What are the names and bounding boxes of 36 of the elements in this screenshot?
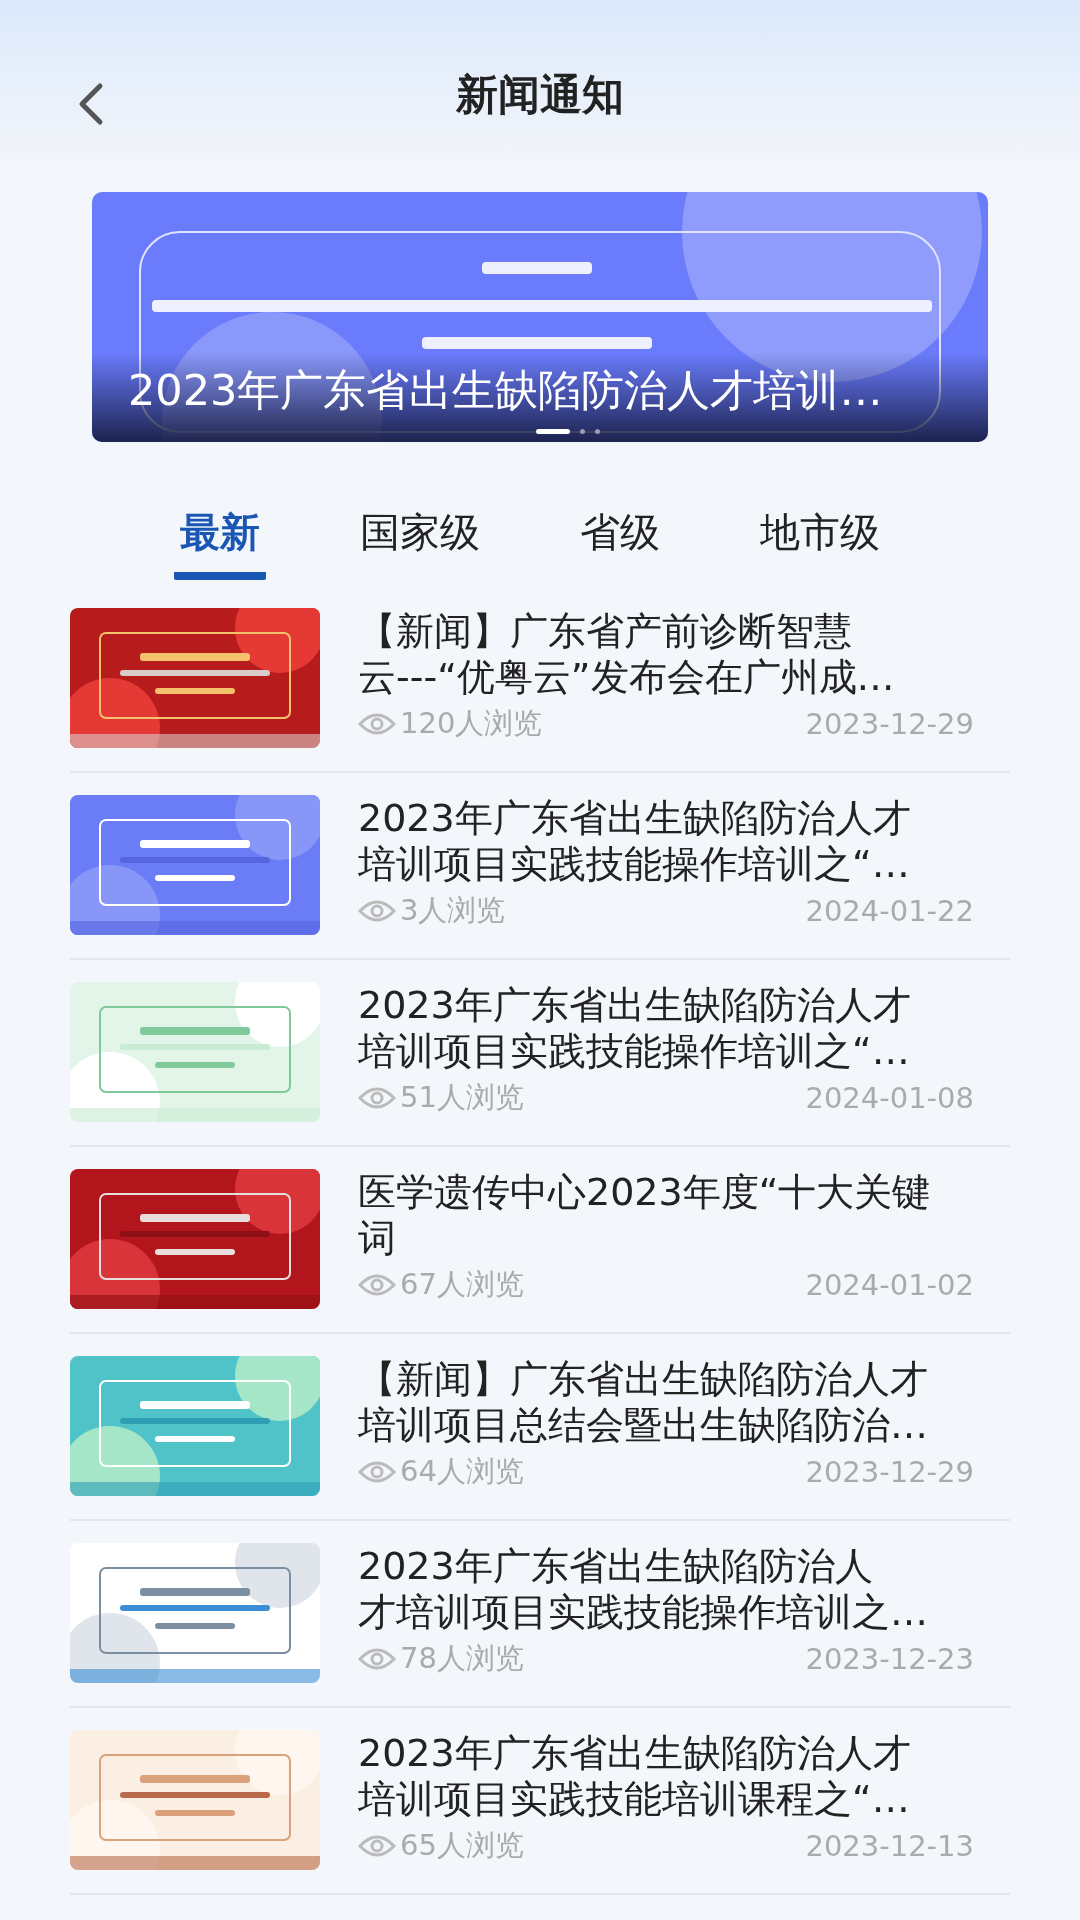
news-date: 2023-12-29 xyxy=(805,1455,974,1489)
carousel-dot[interactable] xyxy=(594,429,600,434)
category-tab[interactable]: 最新 xyxy=(174,504,266,580)
category-tab[interactable]: 地市级 xyxy=(754,504,886,580)
news-title[interactable]: 2023年广东省出生缺陷防治人才 培训项目实践技能操作培训之“… xyxy=(358,795,1010,887)
news-title[interactable]: 医学遗传中心2023年度“十大关键 词 xyxy=(358,1169,1010,1261)
news-title[interactable]: 【新闻】广东省产前诊断智慧 云---“优粤云”发布会在广州成… xyxy=(358,608,1010,700)
news-title[interactable]: 2023年广东省出生缺陷防治人才 培训项目实践技能操作培训之“… xyxy=(358,982,1010,1074)
carousel-dot[interactable] xyxy=(579,429,585,434)
news-date: 2023-12-29 xyxy=(805,707,974,741)
news-date: 2024-01-02 xyxy=(805,1268,974,1302)
view-count: 51人浏览 xyxy=(400,1079,524,1116)
category-tab[interactable]: 省级 xyxy=(574,504,666,580)
view-count: 120人浏览 xyxy=(400,705,543,742)
eye-icon xyxy=(358,1834,396,1858)
news-date: 2023-12-13 xyxy=(805,1829,974,1863)
view-count: 64人浏览 xyxy=(400,1453,524,1490)
eye-icon xyxy=(358,1460,396,1484)
eye-icon xyxy=(358,1086,396,1110)
eye-icon xyxy=(358,899,396,923)
news-date: 2024-01-08 xyxy=(805,1081,974,1115)
category-tab[interactable]: 国家级 xyxy=(354,504,486,580)
news-date: 2023-12-23 xyxy=(805,1642,974,1676)
news-title[interactable]: 2023年广东省出生缺陷防治人才 培训项目实践技能培训课程之“… xyxy=(358,1730,1010,1822)
view-count: 65人浏览 xyxy=(400,1827,524,1864)
eye-icon xyxy=(358,1647,396,1671)
news-date: 2024-01-22 xyxy=(805,894,974,928)
eye-icon xyxy=(358,1273,396,1297)
eye-icon xyxy=(358,712,396,736)
news-title[interactable]: 2023年广东省出生缺陷防治人 才培训项目实践技能操作培训之… xyxy=(358,1543,1010,1635)
view-count: 78人浏览 xyxy=(400,1640,524,1677)
view-count: 67人浏览 xyxy=(400,1266,524,1303)
view-count: 3人浏览 xyxy=(400,892,506,929)
page-title: 新闻通知 xyxy=(456,69,624,121)
news-title[interactable]: 【新闻】广东省出生缺陷防治人才 培训项目总结会暨出生缺陷防治… xyxy=(358,1356,1010,1448)
banner-caption: 2023年广东省出生缺陷防治人才培训… xyxy=(128,364,883,417)
